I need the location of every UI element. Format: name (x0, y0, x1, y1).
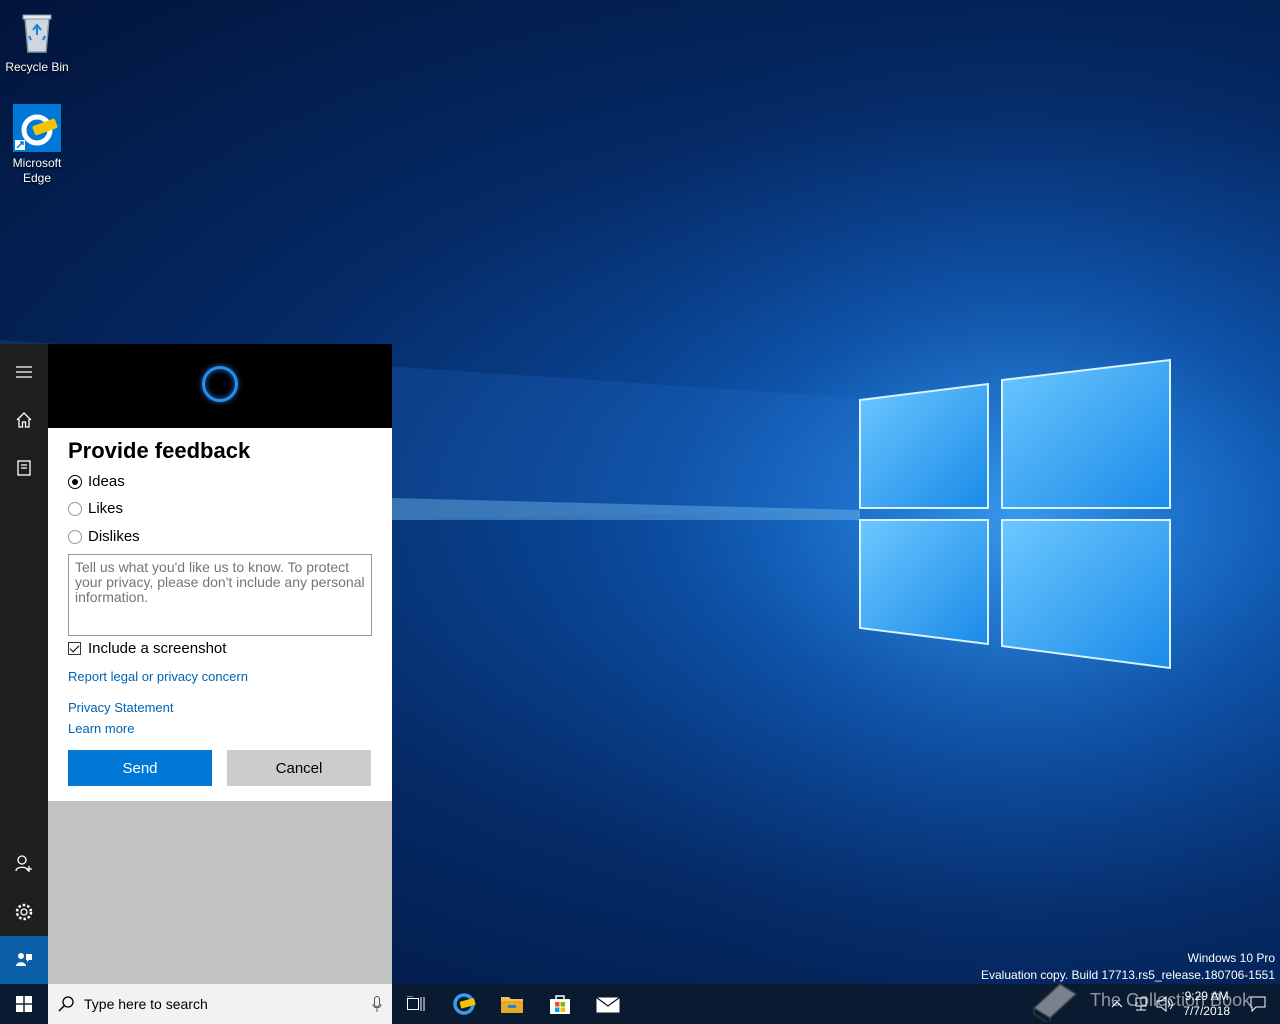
feedback-textarea[interactable] (68, 554, 372, 636)
watermark: The Collection Book (1030, 978, 1251, 1022)
edge-beta-icon (453, 993, 476, 1015)
file-explorer-icon (501, 997, 523, 1013)
task-view-button[interactable] (392, 984, 440, 1024)
radio-likes[interactable]: Likes (68, 500, 123, 517)
feedback-title: Provide feedback (68, 438, 251, 463)
report-legal-link[interactable]: Report legal or privacy concern (68, 669, 248, 684)
hamburger-menu-icon (16, 366, 32, 378)
radio-ideas[interactable]: Ideas (68, 473, 125, 490)
learn-more-link[interactable]: Learn more (68, 721, 134, 736)
include-screenshot-checkbox[interactable]: Include a screenshot (68, 640, 226, 657)
task-view-icon (407, 996, 425, 1011)
send-button[interactable]: Send (68, 750, 212, 786)
radio-dislikes[interactable]: Dislikes (68, 528, 140, 545)
include-screenshot-label: Include a screenshot (88, 640, 227, 657)
feedback-button[interactable] (0, 936, 48, 984)
account-button[interactable] (0, 840, 48, 888)
notebook-icon (17, 460, 31, 476)
cortana-rail (0, 344, 48, 984)
add-user-icon (15, 855, 32, 872)
desktop-icon-recycle-bin[interactable]: Recycle Bin (1, 8, 73, 75)
taskbar-store-button[interactable] (536, 984, 584, 1024)
radio-label: Dislikes (88, 528, 140, 545)
settings-icon (15, 903, 33, 921)
feedback-icon (16, 953, 32, 966)
watermark-text: The Collection Book (1090, 989, 1252, 1010)
cancel-button[interactable]: Cancel (227, 750, 371, 786)
radio-label: Likes (88, 500, 124, 517)
taskbar-edge-button[interactable] (440, 984, 488, 1024)
checkbox-checked-icon (68, 642, 81, 655)
store-icon (550, 995, 570, 1014)
start-button[interactable] (0, 984, 48, 1024)
home-icon (16, 412, 32, 428)
taskbar-mail-button[interactable] (584, 984, 632, 1024)
search-placeholder: Type here to search (84, 996, 208, 1012)
edition-label: Windows 10 Pro (1187, 951, 1275, 965)
radio-unselected-icon (68, 529, 82, 544)
book-icon (1032, 982, 1078, 1022)
microphone-icon[interactable] (362, 996, 392, 1012)
notification-icon (1250, 996, 1266, 1012)
cortana-header (48, 344, 392, 428)
taskbar-search-box[interactable]: Type here to search (48, 984, 392, 1024)
windows-logo-icon (16, 996, 32, 1012)
mail-icon (596, 996, 620, 1013)
desktop-icon-microsoft-edge[interactable]: Microsoft Edge (1, 104, 73, 186)
cortana-panel: Provide feedback Ideas Likes Dislikes In… (0, 344, 392, 984)
desktop-icon-label: Recycle Bin (5, 60, 69, 74)
radio-unselected-icon (68, 501, 82, 516)
taskbar-file-explorer-button[interactable] (488, 984, 536, 1024)
desktop-icon-label: Microsoft Edge (12, 156, 62, 185)
recycle-bin-icon (13, 8, 61, 56)
home-button[interactable] (0, 396, 48, 444)
radio-selected-icon (68, 474, 82, 489)
hamburger-menu-button[interactable] (0, 348, 48, 396)
cortana-empty-area (48, 801, 392, 984)
cortana-ring-icon (202, 366, 238, 402)
privacy-statement-link[interactable]: Privacy Statement (68, 700, 174, 715)
edge-beta-icon (13, 104, 61, 152)
settings-button[interactable] (0, 888, 48, 936)
notebook-button[interactable] (0, 444, 48, 492)
feedback-form: Provide feedback Ideas Likes Dislikes In… (48, 428, 392, 801)
radio-label: Ideas (88, 473, 125, 490)
search-icon (58, 996, 74, 1012)
